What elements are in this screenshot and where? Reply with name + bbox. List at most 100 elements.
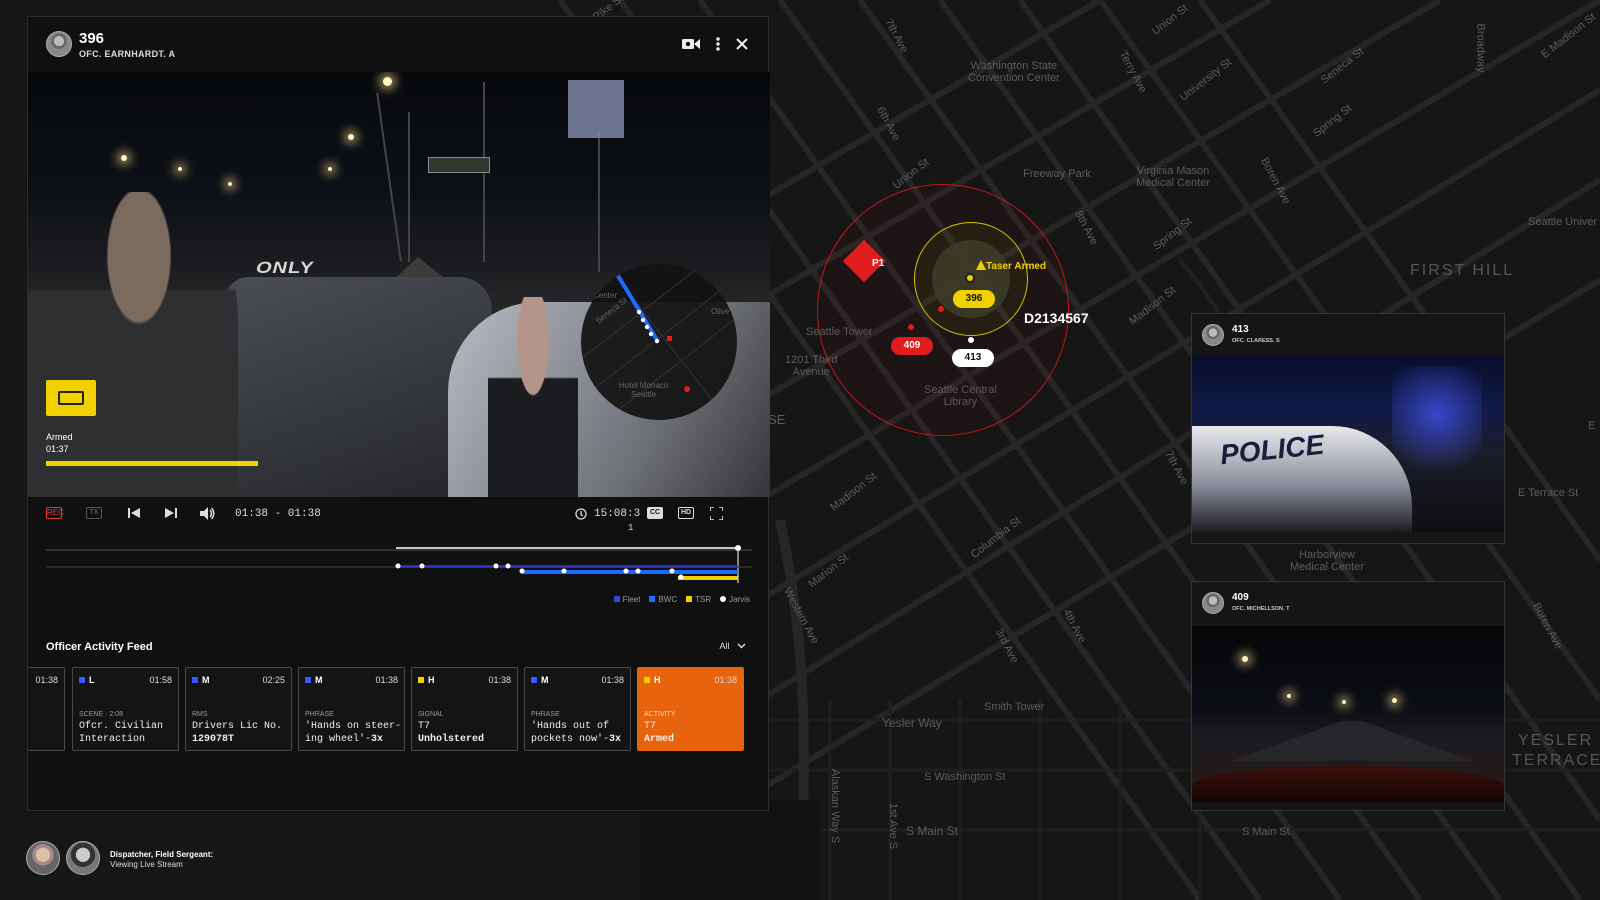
camera-feed-409[interactable]: 409 OFC. MICHELLSON. T [1191, 581, 1505, 811]
driver-image [488, 297, 578, 497]
hd-icon[interactable]: HD [678, 507, 694, 519]
activity-card[interactable]: M 02:25 RMS Drivers Lic No. 129078T [185, 667, 292, 751]
map-label-e: E [1588, 420, 1596, 432]
avatar [1202, 324, 1224, 346]
unit-396-marker[interactable] [965, 273, 975, 283]
map-label-harborview: Harborview Medical Center [1290, 549, 1364, 573]
fleet-segment [398, 565, 738, 568]
pole [598, 132, 600, 272]
playback-controls: REC TX 01:38 - 01:38 15:08:3 1 CC HD [28, 495, 768, 535]
cam-unit: 413 [1232, 324, 1249, 335]
officer-name: OFC. EARNHARDT. A [79, 49, 176, 59]
gun-icon [58, 391, 84, 405]
legend-tsr: TSR [686, 595, 711, 604]
card-category: PHRASE [305, 711, 334, 718]
armed-progress-bar [46, 461, 258, 466]
street-sign [428, 157, 490, 173]
priority-label: P1 [872, 258, 885, 269]
viewers-roles: Dispatcher, Field Sergeant: [110, 850, 214, 859]
card-level: H [644, 675, 661, 685]
minimap-track [615, 272, 690, 392]
card-line2: Unholstered [418, 734, 485, 745]
minimap[interactable]: Seneca St Hotel Monaco Seattle Olive Cen… [581, 264, 737, 420]
activity-card-active[interactable]: H 01:38 ACTIVITY T7 Armed [637, 667, 744, 751]
card-line1: T7 [644, 721, 657, 732]
volume-icon[interactable] [200, 507, 215, 522]
activity-card[interactable]: M 01:38 PHRASE 'Hands on steer- ing whee… [298, 667, 405, 751]
time-range: 01:38 - 01:38 [235, 508, 321, 520]
activity-card[interactable]: H 01:38 SIGNAL T7 Unholstered [411, 667, 518, 751]
cam-officer: OFC. CLARESS. S [1232, 338, 1280, 344]
activity-feed-filter[interactable]: All [719, 641, 746, 651]
timeline-legend: Fleet BWC TSR Jarvis [613, 595, 750, 604]
viewers-status: Viewing Live Stream [110, 860, 183, 869]
card-line1: 'Hands out of [531, 721, 610, 732]
card-line1: Drivers Lic No. [192, 721, 283, 732]
video-player[interactable]: ONLY Seneca St Hotel Monaco Seattle Oliv… [28, 72, 770, 497]
camera-feed-413[interactable]: 413 OFC. CLARESS. S POLICE [1191, 313, 1505, 544]
map-label-s-washington: S Washington St [924, 771, 1006, 783]
card-time: 01:38 [35, 675, 58, 685]
cam-unit: 409 [1232, 592, 1249, 603]
card-line2: 129078T [192, 734, 235, 745]
skip-forward-icon[interactable] [165, 507, 177, 521]
light [178, 167, 182, 171]
avatar-dispatcher[interactable] [26, 841, 60, 875]
card-time: 01:38 [601, 675, 624, 685]
avatar [1202, 592, 1224, 614]
captions-icon[interactable]: CC [647, 507, 663, 519]
card-line2: Armed [644, 734, 675, 745]
card-category: SCENE · 2:08 [79, 711, 123, 718]
street-sign [568, 80, 624, 138]
pole [376, 92, 402, 262]
warning-icon [976, 260, 986, 270]
more-vert-icon[interactable] [716, 37, 720, 55]
map-label-broadway: Broadway [1474, 23, 1487, 73]
unit-396-pill[interactable]: 396 [953, 290, 995, 308]
map-label-seattle-univ: Seattle Univer [1528, 216, 1598, 228]
map-label-virginia-mason: Virginia Mason Medical Center [1136, 165, 1210, 189]
card-line1: Ofcr. Civilian [79, 721, 164, 732]
light [1287, 694, 1291, 698]
camera-video-409[interactable] [1192, 626, 1504, 802]
close-icon[interactable] [736, 38, 748, 54]
light [1242, 656, 1248, 662]
skip-back-icon[interactable] [128, 507, 140, 521]
record-icon[interactable]: REC [46, 507, 64, 519]
card-line2: pockets now'-3x [531, 734, 622, 745]
card-time: 02:25 [262, 675, 285, 685]
camera-icon[interactable] [682, 38, 700, 54]
clock-icon [575, 508, 587, 522]
card-category: PHRASE [531, 711, 560, 718]
timeline-scrubber[interactable] [46, 539, 752, 587]
armed-label: Armed [46, 432, 73, 442]
taser-armed-alert: Taser Armed [986, 261, 1047, 272]
card-time: 01:38 [375, 675, 398, 685]
activity-card[interactable]: M 01:38 PHRASE 'Hands out of pockets now… [524, 667, 631, 751]
map-label-s-main-2: S Main St [1242, 826, 1290, 838]
activity-card-partial[interactable]: 01:38 [28, 667, 65, 751]
unit-409-marker [908, 324, 914, 330]
activity-card[interactable]: L 01:58 SCENE · 2:08 Ofcr. Civilian Inte… [72, 667, 179, 751]
unit-413-pill[interactable]: 413 [952, 349, 994, 367]
legend-jarvis: Jarvis [720, 595, 750, 604]
light [1392, 698, 1397, 703]
card-category: RMS [192, 711, 208, 718]
dashboard-image [1192, 766, 1504, 802]
tx-icon[interactable]: TX [86, 507, 102, 519]
card-time: 01:58 [149, 675, 172, 685]
unit-409-pill[interactable]: 409 [891, 337, 933, 355]
clock-time-sub: 1 [628, 523, 634, 533]
light [383, 77, 392, 86]
avatar-sergeant[interactable] [66, 841, 100, 875]
incident-id[interactable]: D2134567 [1024, 310, 1089, 326]
card-line2: Interaction [79, 734, 146, 745]
armed-alert-badge[interactable] [46, 380, 96, 416]
card-line1: T7 [418, 721, 431, 732]
unit-409-dot [938, 306, 944, 312]
map-label-1st-ave-s: 1st Ave S [887, 802, 900, 850]
map-label-smith-tower: Smith Tower [984, 701, 1045, 713]
card-category: SIGNAL [418, 711, 444, 718]
camera-video-413[interactable]: POLICE [1192, 356, 1504, 532]
fullscreen-icon[interactable] [709, 506, 724, 522]
